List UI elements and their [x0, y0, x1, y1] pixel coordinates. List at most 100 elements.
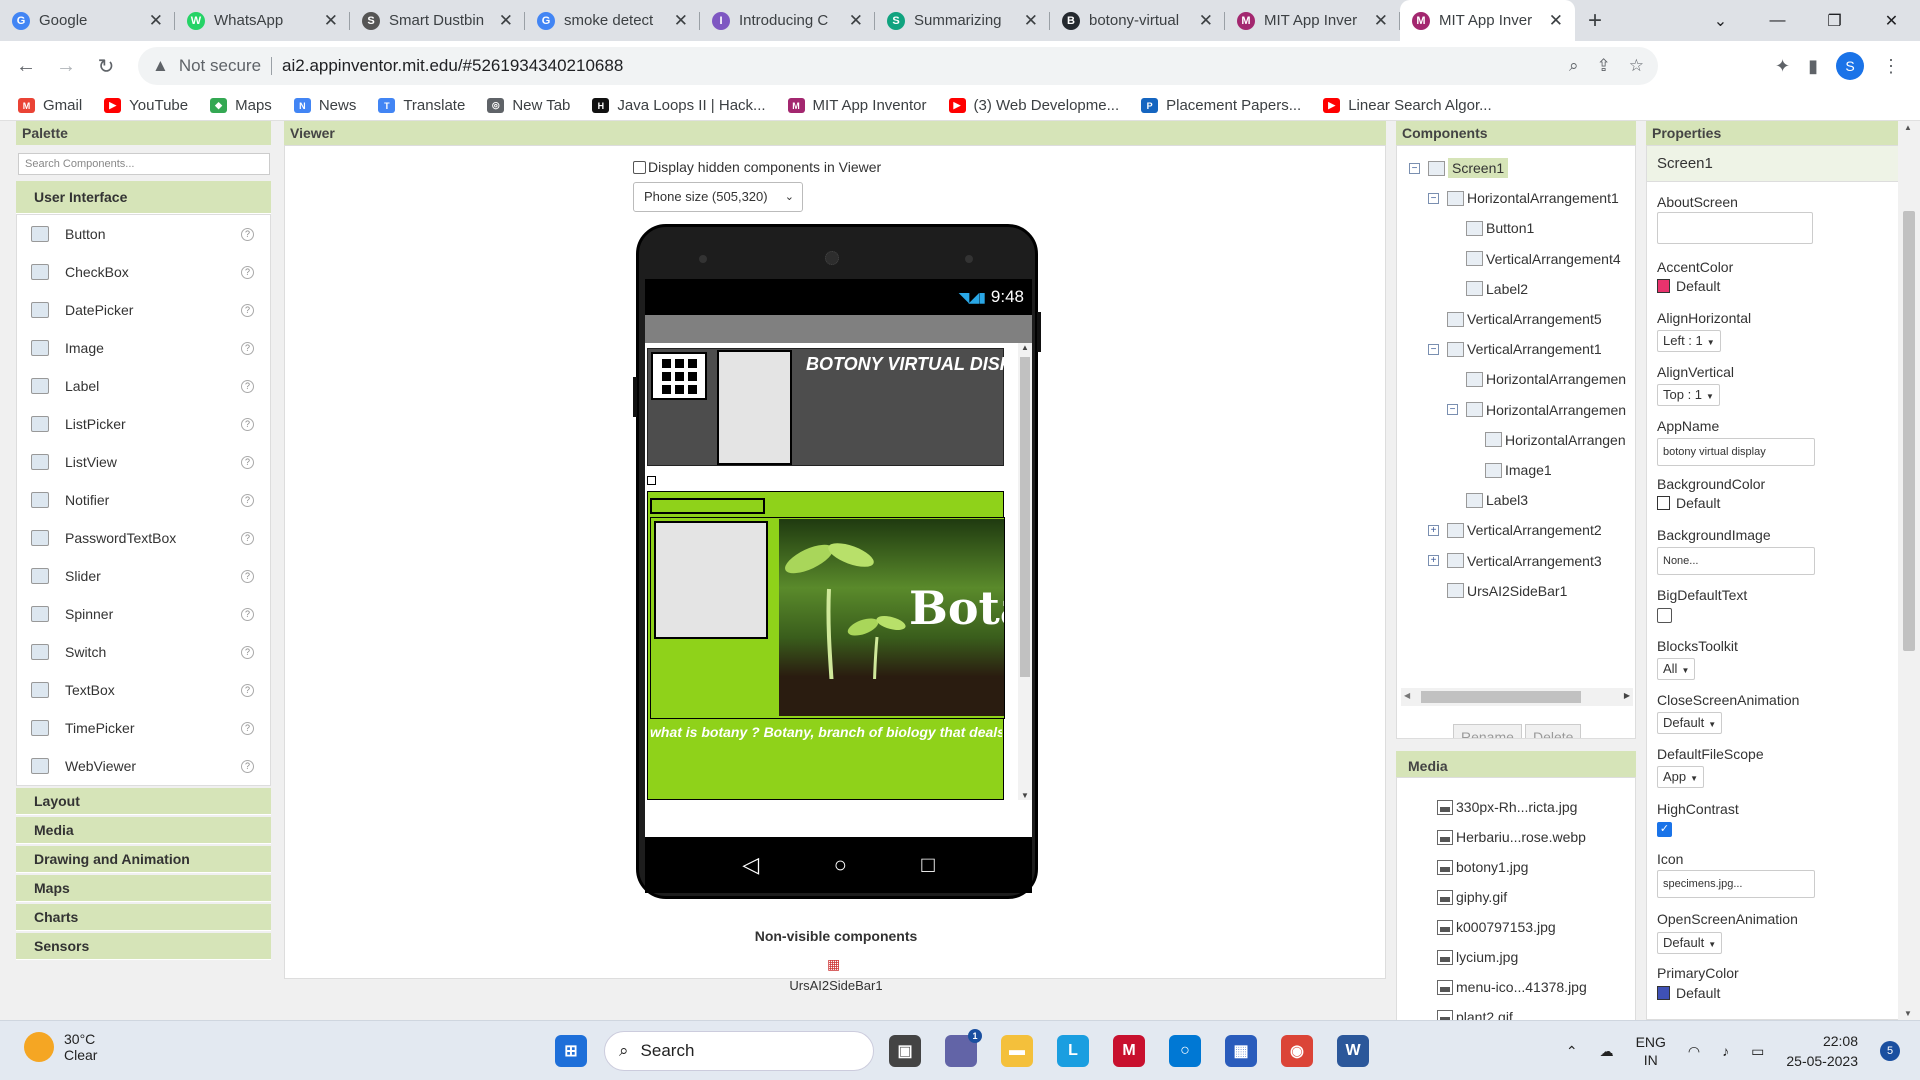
media-file[interactable]: botony1.jpg [1437, 852, 1528, 882]
tree-node[interactable]: Image1 [1466, 456, 1552, 484]
collapse-icon[interactable]: − [1447, 404, 1458, 416]
tree-node[interactable]: + VerticalArrangement2 [1428, 516, 1602, 544]
icon-picker[interactable]: specimens.jpg... [1657, 870, 1815, 898]
image1-plant-photo[interactable]: Botany [779, 519, 1004, 716]
nonvisible-component-name[interactable]: UrsAI2SideBar1 [285, 978, 1387, 993]
bookmark-item[interactable]: H Java Loops II | Hack... [592, 97, 766, 114]
help-icon[interactable]: ? [241, 607, 254, 621]
chrome-icon[interactable]: ◉ [1281, 1035, 1313, 1067]
menu-kebab-icon[interactable]: ⋮ [1882, 56, 1900, 77]
tree-node[interactable]: Label2 [1447, 275, 1528, 303]
reload-icon[interactable]: ↻ [86, 46, 126, 86]
forward-arrow-icon[interactable]: → [46, 46, 86, 86]
palette-item[interactable]: ListPicker? [17, 405, 270, 443]
tree-node[interactable]: Button1 [1447, 214, 1534, 242]
tree-node[interactable]: − HorizontalArrangemen [1447, 396, 1626, 424]
media-file[interactable]: Herbariu...rose.webp [1437, 822, 1586, 852]
tab-close-icon[interactable]: ✕ [674, 11, 688, 31]
palette-category[interactable]: Maps [16, 875, 271, 902]
palette-category[interactable]: Drawing and Animation [16, 846, 271, 873]
browser-tab[interactable]: M MIT App Inver ✕ [1225, 0, 1400, 41]
browser-tab[interactable]: M MIT App Inver ✕ [1400, 0, 1575, 41]
help-icon[interactable]: ? [241, 569, 254, 583]
nav-recents-icon[interactable]: □ [921, 852, 934, 878]
new-tab-button[interactable]: + [1575, 0, 1615, 41]
wifi-icon[interactable]: ◠ [1688, 1043, 1700, 1060]
app-name-input[interactable]: botony virtual display [1657, 438, 1815, 466]
browser-tab[interactable]: S Summarizing ✕ [875, 0, 1050, 41]
extensions-puzzle-icon[interactable]: ✦ [1775, 56, 1790, 77]
expand-icon[interactable]: + [1428, 524, 1439, 536]
vertical-arrangement-1[interactable]: Botany what is botany ? Botany, branch o… [647, 491, 1005, 800]
horizontal-arrangement-bar[interactable] [650, 498, 765, 514]
background-color-picker[interactable]: Default [1657, 495, 1720, 511]
file-scope-select[interactable]: App ▼ [1657, 766, 1705, 788]
tree-node[interactable]: − Screen1 [1409, 154, 1509, 182]
blocks-toolkit-select[interactable]: All ▼ [1657, 658, 1696, 680]
palette-item[interactable]: TimePicker? [17, 709, 270, 747]
palette-item[interactable]: PasswordTextBox? [17, 519, 270, 557]
bookmark-item[interactable]: P Placement Papers... [1141, 97, 1301, 114]
clock[interactable]: 22:08 25-05-2023 [1786, 1031, 1858, 1071]
scroll-up-icon[interactable]: ▲ [1904, 123, 1912, 132]
category-user-interface[interactable]: User Interface [16, 181, 271, 214]
tab-close-icon[interactable]: ✕ [1549, 11, 1563, 31]
tab-close-icon[interactable]: ✕ [499, 11, 513, 31]
help-icon[interactable]: ? [241, 341, 254, 355]
label3-description[interactable]: what is botany ? Botany, branch of biolo… [650, 724, 1002, 740]
browser-tab[interactable]: Bbotony-virtual ✕ [1050, 0, 1225, 41]
delete-button[interactable]: Delete [1525, 724, 1582, 738]
tree-node[interactable]: VerticalArrangement4 [1447, 245, 1621, 273]
media-file[interactable]: plant2.gif [1437, 1002, 1513, 1020]
cortana-icon[interactable]: ○ [1169, 1035, 1201, 1067]
help-icon[interactable]: ? [241, 759, 254, 773]
screen-scrollbar[interactable]: ▲ ▼ [1018, 343, 1032, 800]
volume-icon[interactable]: ♪ [1722, 1043, 1729, 1059]
bookmark-item[interactable]: M Gmail [18, 97, 82, 114]
close-animation-select[interactable]: Default ▼ [1657, 712, 1723, 734]
bookmark-item[interactable]: ▶ (3) Web Developme... [948, 97, 1119, 114]
tab-close-icon[interactable]: ✕ [324, 11, 338, 31]
palette-item[interactable]: WebViewer? [17, 747, 270, 785]
media-file[interactable]: lycium.jpg [1437, 942, 1518, 972]
bookmark-item[interactable]: ▶ Linear Search Algor... [1323, 97, 1492, 114]
bookmark-item[interactable]: ◆ Maps [210, 97, 272, 114]
menu-grid-icon[interactable] [651, 352, 707, 400]
tab-close-icon[interactable]: ✕ [1024, 11, 1038, 31]
scroll-thumb[interactable] [1020, 357, 1030, 677]
tree-node[interactable]: − VerticalArrangement1 [1428, 335, 1602, 363]
palette-search-input[interactable]: Search Components... [18, 153, 270, 175]
media-file[interactable]: 330px-Rh...ricta.jpg [1437, 792, 1577, 822]
nav-back-icon[interactable]: ◁ [742, 852, 759, 878]
collapse-icon[interactable]: − [1428, 343, 1439, 355]
palette-item[interactable]: ListView? [17, 443, 270, 481]
bookmark-item[interactable]: M MIT App Inventor [787, 97, 927, 114]
bookmark-item[interactable]: T Translate [378, 97, 465, 114]
microsoft-store-icon[interactable]: ▦ [1225, 1035, 1257, 1067]
scroll-down-icon[interactable]: ▼ [1021, 791, 1029, 800]
weather-widget[interactable]: 30°C Clear [24, 1031, 97, 1063]
browser-tab[interactable]: W WhatsApp ✕ [175, 0, 350, 41]
horizontal-arrangement-inner[interactable] [654, 521, 768, 639]
palette-item[interactable]: Notifier? [17, 481, 270, 519]
profile-avatar[interactable]: S [1836, 52, 1864, 80]
align-vertical-select[interactable]: Top : 1 ▼ [1657, 384, 1720, 406]
components-hscrollbar[interactable]: ◀ ▶ [1401, 688, 1633, 706]
side-panel-icon[interactable]: ▮ [1808, 56, 1818, 77]
about-screen-textarea[interactable] [1657, 212, 1813, 244]
help-icon[interactable]: ? [241, 531, 254, 545]
tab-close-icon[interactable]: ✕ [149, 11, 163, 31]
share-icon[interactable]: ⇪ [1597, 56, 1611, 76]
address-bar[interactable]: ▲ Not secure ai2.appinventor.mit.edu/#52… [138, 47, 1658, 85]
bookmark-item[interactable]: ▶ YouTube [104, 97, 188, 114]
minimize-icon[interactable]: — [1749, 0, 1806, 41]
browser-tab[interactable]: I Introducing C ✕ [700, 0, 875, 41]
browser-tab[interactable]: Gsmoke detect ✕ [525, 0, 700, 41]
big-default-text-checkbox[interactable] [1657, 608, 1672, 623]
tab-close-icon[interactable]: ✕ [849, 11, 863, 31]
mcafee-icon[interactable]: M [1113, 1035, 1145, 1067]
cloud-icon[interactable]: ☁ [1600, 1043, 1614, 1060]
warning-triangle-icon[interactable]: ▲ [152, 56, 169, 76]
horizontal-arrangement-1[interactable]: BOTONY VIRTUAL DISPLAY [647, 348, 1006, 466]
taskbar-search[interactable]: ⌕ Search [604, 1031, 874, 1071]
